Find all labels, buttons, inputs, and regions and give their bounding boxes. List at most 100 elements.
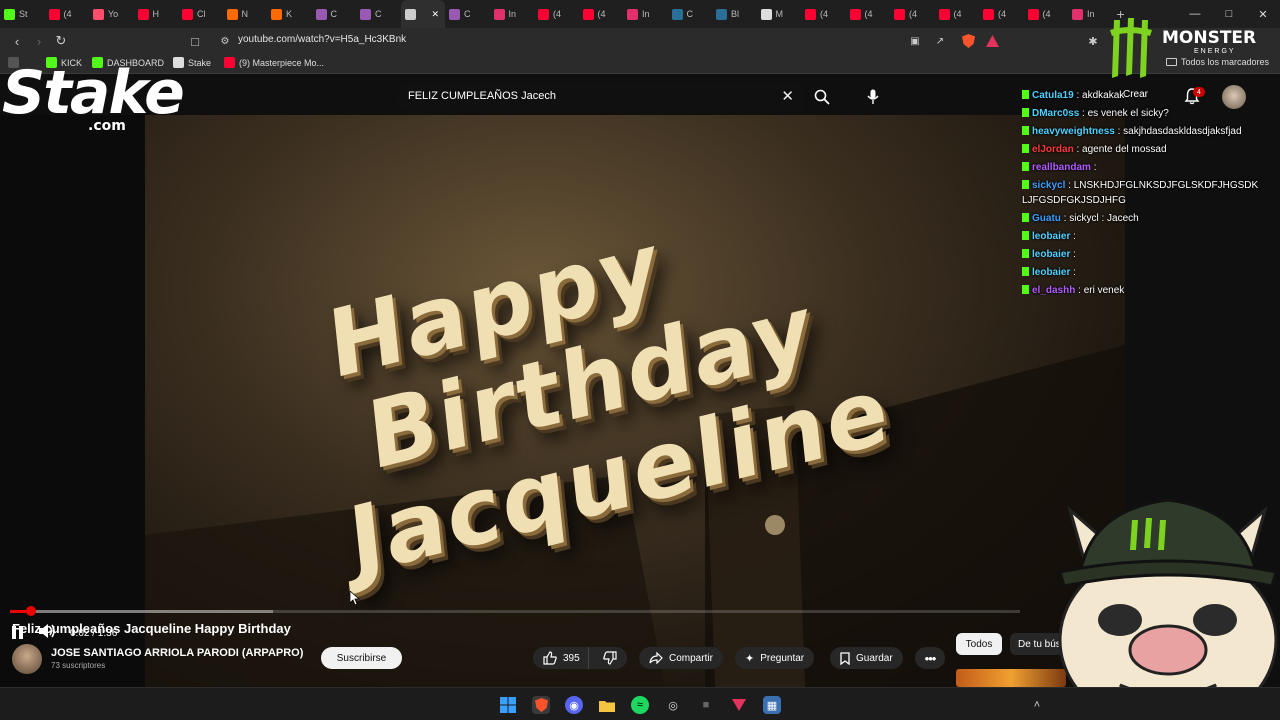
video-frame[interactable]: Happy Birthday Jacqueline — [145, 115, 1125, 687]
chat-username: leobaier — [1032, 249, 1071, 260]
kick-badge-icon — [1022, 180, 1029, 189]
browser-tab[interactable]: C — [356, 0, 401, 28]
discord-icon[interactable]: ◉ — [565, 696, 583, 714]
extensions-icon[interactable]: ✱ — [1084, 32, 1102, 50]
tab-favicon-icon — [938, 8, 950, 20]
browser-tab[interactable]: (4 — [801, 0, 846, 28]
search-icon — [814, 89, 830, 105]
more-actions-button[interactable]: ••• — [915, 647, 945, 669]
chat-message: Guatu : sickycl : Jacech — [1022, 211, 1262, 226]
bookmark-masterpiece[interactable]: (9) Masterpiece Mo... — [224, 57, 324, 68]
windows-start-icon[interactable] — [499, 696, 517, 714]
browser-tab[interactable]: In — [623, 0, 668, 28]
tab-label: C — [330, 9, 338, 19]
tab-favicon-icon — [93, 8, 104, 20]
browser-tab[interactable]: C — [312, 0, 357, 28]
chat-text: : — [1073, 267, 1076, 278]
share-button[interactable]: Compartir — [639, 647, 723, 669]
brave-browser-icon[interactable] — [532, 696, 550, 714]
like-button[interactable]: 395 — [533, 647, 589, 669]
url-field[interactable]: youtube.com/watch?v=H5a_Hc3KBnk — [238, 34, 406, 45]
scrubber-handle[interactable] — [26, 606, 37, 616]
chat-text: : — [1073, 231, 1076, 242]
tab-label: (4 — [998, 9, 1007, 19]
channel-name[interactable]: JOSE SANTIAGO ARRIOLA PARODI (ARPAPRO) — [51, 647, 303, 659]
kick-badge-icon — [1022, 285, 1029, 294]
video-player[interactable]: Happy Birthday Jacqueline 0:02 / 1:36 — [0, 115, 1125, 687]
browser-tab[interactable]: (4 — [979, 0, 1024, 28]
browser-tab[interactable]: (4 — [890, 0, 935, 28]
reload-icon[interactable]: ↻ — [52, 32, 70, 50]
browser-tab[interactable]: (4 — [935, 0, 980, 28]
voice-search-button[interactable] — [860, 83, 886, 111]
channel-avatar[interactable] — [12, 644, 42, 674]
save-button[interactable]: Guardar — [830, 647, 903, 669]
tab-favicon-icon — [182, 8, 193, 20]
back-icon[interactable]: ‹ — [8, 32, 26, 50]
browser-tab[interactable]: (4 — [534, 0, 579, 28]
brave-shield-icon[interactable] — [959, 32, 977, 50]
subscribe-button[interactable]: Suscribirse — [321, 647, 402, 669]
app-icon[interactable]: ■ — [697, 696, 715, 714]
search-button[interactable] — [804, 83, 840, 111]
share-icon — [649, 652, 663, 664]
tab-label: C — [375, 9, 382, 19]
browser-tab[interactable]: (4 — [45, 0, 90, 28]
browser-tab[interactable]: K — [267, 0, 312, 28]
tray-chevron-icon[interactable]: ˄ — [1028, 696, 1046, 714]
browser-tab[interactable]: M — [757, 0, 802, 28]
tab-label: Bl — [731, 9, 740, 19]
browser-tab[interactable]: Bl — [712, 0, 757, 28]
chat-username: heavyweightness — [1032, 126, 1115, 137]
tab-label: (4 — [820, 9, 829, 19]
browser-tab[interactable]: H — [134, 0, 179, 28]
file-explorer-icon[interactable] — [598, 696, 616, 714]
monster-subtitle: ENERGY — [1194, 48, 1236, 55]
browser-tab[interactable]: (4 — [1024, 0, 1069, 28]
close-tab-icon[interactable]: ✕ — [432, 9, 440, 20]
ask-button[interactable]: ✦ Preguntar — [735, 647, 815, 669]
chat-text: : sickycl : Jacech — [1063, 213, 1139, 224]
browser-tab[interactable]: (4 — [846, 0, 891, 28]
browser-tab[interactable]: St — [0, 0, 45, 28]
spotify-icon[interactable]: ≈ — [631, 696, 649, 714]
chat-username: DMarc0ss — [1032, 108, 1080, 119]
dislike-button[interactable] — [595, 651, 625, 665]
kick-badge-icon — [1022, 267, 1029, 276]
tab-favicon-icon — [671, 8, 683, 20]
tab-favicon-icon — [894, 8, 905, 20]
monster-energy-logo: MONSTER ENERGY — [1104, 16, 1280, 82]
browser-tab[interactable]: N — [223, 0, 268, 28]
browser-tab[interactable]: ✕ — [400, 0, 445, 28]
browser-tab[interactable]: (4 — [579, 0, 624, 28]
chat-username: leobaier — [1032, 267, 1071, 278]
share-page-icon[interactable]: ↗ — [931, 32, 949, 50]
browser-tab[interactable]: Yo — [89, 0, 134, 28]
search-input[interactable]: FELIZ CUMPLEAÑOS Jacech ✕ — [396, 83, 804, 111]
tab-label: (4 — [597, 9, 606, 19]
video-progress-bar[interactable] — [10, 606, 1020, 616]
kick-badge-icon — [1022, 213, 1029, 222]
forward-icon[interactable]: › — [30, 32, 48, 50]
browser-tab[interactable]: Cl — [178, 0, 223, 28]
brave-nightly-icon[interactable] — [730, 696, 748, 714]
chat-message: el_dashh : eri venek — [1022, 283, 1262, 298]
calculator-icon[interactable]: ▦ — [763, 696, 781, 714]
chat-message: heavyweightness : sakjhdasdaskldasdjaksf… — [1022, 124, 1262, 139]
obs-icon[interactable]: ◎ — [664, 696, 682, 714]
mouse-cursor-icon — [350, 591, 360, 606]
browser-tab[interactable]: In — [490, 0, 535, 28]
brave-rewards-icon[interactable] — [983, 32, 1001, 50]
site-settings-icon[interactable]: ⚙ — [216, 32, 234, 50]
browser-tab[interactable]: C — [445, 0, 490, 28]
chat-text: : sakjhdasdaskldasdjaksfjad — [1117, 126, 1242, 137]
browser-tab[interactable]: C — [668, 0, 713, 28]
filter-chip-all[interactable]: Todos — [956, 633, 1002, 655]
chat-text: : es venek el sicky? — [1082, 108, 1169, 119]
clear-search-icon[interactable]: ✕ — [781, 87, 794, 105]
kick-badge-icon — [1022, 108, 1029, 117]
bookmark-icon[interactable]: □ — [186, 32, 204, 50]
cast-icon[interactable]: ▣ — [906, 32, 924, 50]
address-bar-row: ‹ › ↻ □ ⚙ youtube.com/watch?v=H5a_Hc3KBn… — [0, 28, 1280, 54]
bookmarks-bar: KICK DASHBOARD Stake (9) Masterpiece Mo.… — [0, 54, 1280, 74]
